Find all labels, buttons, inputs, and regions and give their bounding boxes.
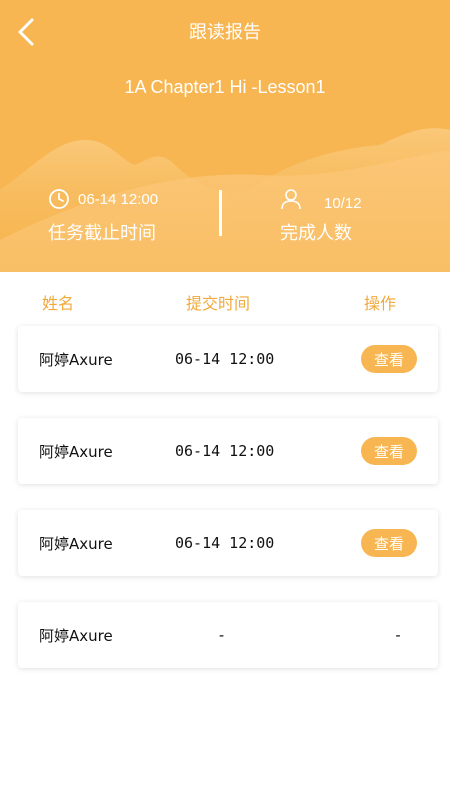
deadline-label: 任务截止时间	[48, 223, 156, 244]
no-action: -	[393, 626, 403, 644]
column-header-name: 姓名	[42, 294, 75, 313]
view-button[interactable]: 查看	[361, 345, 417, 373]
table-header: 姓名 提交时间 操作	[0, 286, 450, 316]
action-cell: 查看	[361, 326, 417, 392]
page-title: 跟读报告	[189, 22, 261, 43]
deadline-value: 06-14 12:00	[78, 190, 159, 208]
report-header: 跟读报告 1A Chapter1 Hi -Lesson1 06-14 12:00…	[0, 0, 450, 272]
action-cell: 查看	[361, 418, 417, 484]
completed-value: 10/12	[324, 194, 362, 212]
column-header-time: 提交时间	[186, 294, 251, 313]
completed-label: 完成人数	[280, 223, 352, 244]
view-button[interactable]: 查看	[361, 437, 417, 465]
submit-time: 06-14 12:00	[175, 442, 275, 460]
submit-time: 06-14 12:00	[175, 534, 275, 552]
submission-list: 阿婷Axure 06-14 12:00 查看 阿婷Axure 06-14 12:…	[18, 326, 438, 694]
table-row: 阿婷Axure 06-14 12:00 查看	[18, 418, 438, 484]
column-header-action: 操作	[364, 294, 397, 313]
deadline-stat: 06-14 12:00 任务截止时间	[48, 186, 158, 246]
student-name: 阿婷Axure	[39, 442, 113, 461]
user-icon	[280, 188, 302, 210]
table-row: 阿婷Axure - -	[18, 602, 438, 668]
student-name: 阿婷Axure	[39, 626, 113, 645]
lesson-title: 1A Chapter1 Hi -Lesson1	[124, 77, 326, 97]
completed-stat: 10/12 完成人数	[280, 186, 362, 246]
submit-time: -	[217, 626, 227, 644]
student-name: 阿婷Axure	[39, 534, 113, 553]
action-cell: 查看	[361, 510, 417, 576]
submit-time: 06-14 12:00	[175, 350, 275, 368]
view-button[interactable]: 查看	[361, 529, 417, 557]
student-name: 阿婷Axure	[39, 350, 113, 369]
table-row: 阿婷Axure 06-14 12:00 查看	[18, 510, 438, 576]
stat-divider	[219, 190, 222, 236]
action-cell: -	[361, 602, 417, 668]
table-row: 阿婷Axure 06-14 12:00 查看	[18, 326, 438, 392]
clock-icon	[48, 188, 70, 210]
